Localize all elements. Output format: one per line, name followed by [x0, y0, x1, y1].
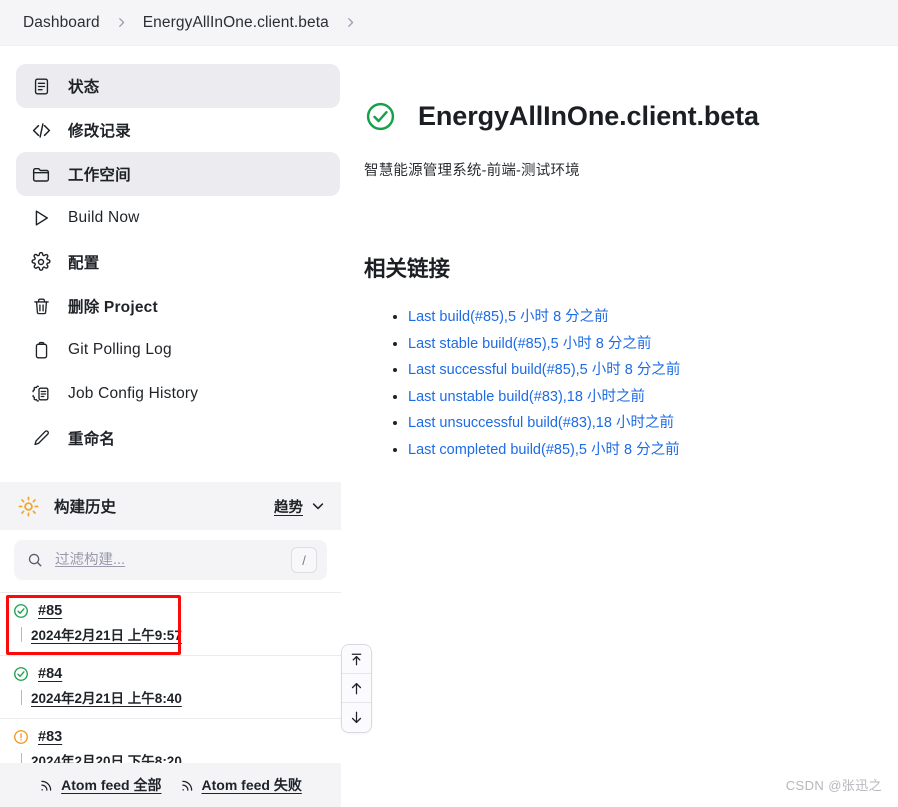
atom-feed-bar: Atom feed 全部 Atom feed 失败 [0, 763, 341, 807]
page-title: EnergyAllInOne.client.beta [418, 101, 759, 131]
gear-icon [30, 251, 52, 273]
build-scroll-controls [341, 644, 372, 733]
build-history-panel: 构建历史 趋势 / [0, 482, 341, 781]
sidebar-item-label: 状态 [68, 79, 100, 96]
code-icon [30, 119, 52, 141]
sidebar-item-label: 重命名 [68, 431, 116, 448]
clipboard-icon [30, 339, 52, 361]
filter-shortcut-badge: / [291, 547, 317, 573]
build-row-divider [21, 689, 22, 705]
related-link[interactable]: Last build(#85),5 小时 8 分之前 [408, 309, 609, 325]
atom-feed-label: Atom feed 失败 [201, 777, 302, 793]
list-item: Last successful build(#85),5 小时 8 分之前 [408, 358, 868, 379]
sidebar-item-configure[interactable]: 配置 [16, 240, 340, 284]
config-history-icon [30, 383, 52, 405]
related-link[interactable]: Last completed build(#85),5 小时 8 分之前 [408, 442, 680, 458]
pencil-icon [30, 427, 52, 449]
breadcrumb-item-dashboard[interactable]: Dashboard [18, 11, 105, 35]
build-row-divider [21, 626, 22, 642]
trend-label: 趋势 [274, 499, 303, 516]
atom-feed-failed-link[interactable]: Atom feed 失败 [180, 775, 302, 795]
list-item: Last unsuccessful build(#83),18 小时之前 [408, 411, 868, 432]
sidebar-item-job-config-history[interactable]: Job Config History [16, 372, 340, 416]
document-icon [30, 75, 52, 97]
folder-icon [30, 163, 52, 185]
search-input[interactable] [55, 552, 279, 568]
trend-dropdown[interactable]: 趋势 [274, 496, 325, 517]
sidebar: 状态 修改记录 工作空间 Build Now 配置 删除 Project Git… [0, 46, 372, 781]
chevron-right-icon [107, 17, 136, 28]
status-unstable-icon [12, 728, 29, 745]
status-success-icon [364, 100, 397, 133]
breadcrumb: Dashboard EnergyAllInOne.client.beta [0, 0, 898, 46]
sidebar-item-label: Build Now [68, 209, 140, 226]
sidebar-item-label: 工作空间 [68, 167, 131, 184]
rss-icon [180, 778, 195, 793]
list-item: Last build(#85),5 小时 8 分之前 [408, 305, 868, 326]
jenkins-job-page: Dashboard EnergyAllInOne.client.beta 状态 [0, 0, 898, 807]
build-filter[interactable]: / [14, 540, 327, 580]
build-number[interactable]: #83 [38, 729, 62, 745]
related-link[interactable]: Last unstable build(#83),18 小时之前 [408, 389, 645, 405]
watermark: CSDN @张迅之 [785, 778, 882, 793]
build-timestamp[interactable]: 2024年2月21日 上午8:40 [31, 687, 182, 707]
related-links-title: 相关链接 [364, 257, 451, 281]
rss-icon [39, 778, 54, 793]
jump-to-top-button[interactable] [342, 645, 371, 674]
build-filter-row: / [0, 530, 341, 592]
related-link[interactable]: Last successful build(#85),5 小时 8 分之前 [408, 362, 680, 378]
job-header: EnergyAllInOne.client.beta [364, 100, 868, 133]
status-success-icon [12, 602, 29, 619]
sidebar-item-delete-project[interactable]: 删除 Project [16, 284, 340, 328]
sidebar-item-label: 配置 [68, 255, 100, 272]
related-link[interactable]: Last stable build(#85),5 小时 8 分之前 [408, 336, 651, 352]
main-content: EnergyAllInOne.client.beta 智慧能源管理系统-前端-测… [356, 46, 898, 464]
build-number[interactable]: #84 [38, 666, 62, 682]
build-list: #85 2024年2月21日 上午9:57 #84 2024年2月21日 上午8… [0, 592, 341, 781]
scroll-down-button[interactable] [342, 703, 371, 732]
list-item: Last stable build(#85),5 小时 8 分之前 [408, 332, 868, 353]
build-row-85[interactable]: #85 2024年2月21日 上午9:57 [0, 592, 341, 655]
sidebar-item-workspace[interactable]: 工作空间 [16, 152, 340, 196]
scroll-up-button[interactable] [342, 674, 371, 703]
build-timestamp[interactable]: 2024年2月21日 上午9:57 [31, 624, 182, 644]
sidebar-item-label: Git Polling Log [68, 341, 172, 358]
sidebar-item-rename[interactable]: 重命名 [16, 416, 340, 460]
sidebar-item-git-polling-log[interactable]: Git Polling Log [16, 328, 340, 372]
trash-icon [30, 295, 52, 317]
list-item: Last unstable build(#83),18 小时之前 [408, 385, 868, 406]
chevron-down-icon [311, 499, 325, 513]
chevron-right-icon-2[interactable] [336, 17, 365, 28]
sidebar-item-status[interactable]: 状态 [16, 64, 340, 108]
sidebar-item-changes[interactable]: 修改记录 [16, 108, 340, 152]
search-icon [27, 552, 43, 568]
job-description: 智慧能源管理系统-前端-测试环境 [364, 163, 580, 179]
sidebar-item-label: Job Config History [68, 385, 199, 402]
build-history-header: 构建历史 趋势 [0, 482, 341, 530]
sidebar-item-label: 删除 Project [68, 299, 158, 316]
related-link[interactable]: Last unsuccessful build(#83),18 小时之前 [408, 415, 674, 431]
play-icon [30, 207, 52, 229]
atom-feed-all-link[interactable]: Atom feed 全部 [39, 775, 162, 795]
atom-feed-label: Atom feed 全部 [61, 777, 162, 793]
breadcrumb-item-job[interactable]: EnergyAllInOne.client.beta [138, 11, 334, 35]
related-links-list: Last build(#85),5 小时 8 分之前 Last stable b… [364, 305, 868, 459]
build-row-84[interactable]: #84 2024年2月21日 上午8:40 [0, 655, 341, 718]
status-success-icon [12, 665, 29, 682]
build-number[interactable]: #85 [38, 603, 62, 619]
list-item: Last completed build(#85),5 小时 8 分之前 [408, 438, 868, 459]
sidebar-item-label: 修改记录 [68, 123, 131, 140]
build-history-title: 构建历史 [54, 499, 117, 516]
sun-icon [16, 494, 40, 518]
sidebar-item-build-now[interactable]: Build Now [16, 196, 340, 240]
